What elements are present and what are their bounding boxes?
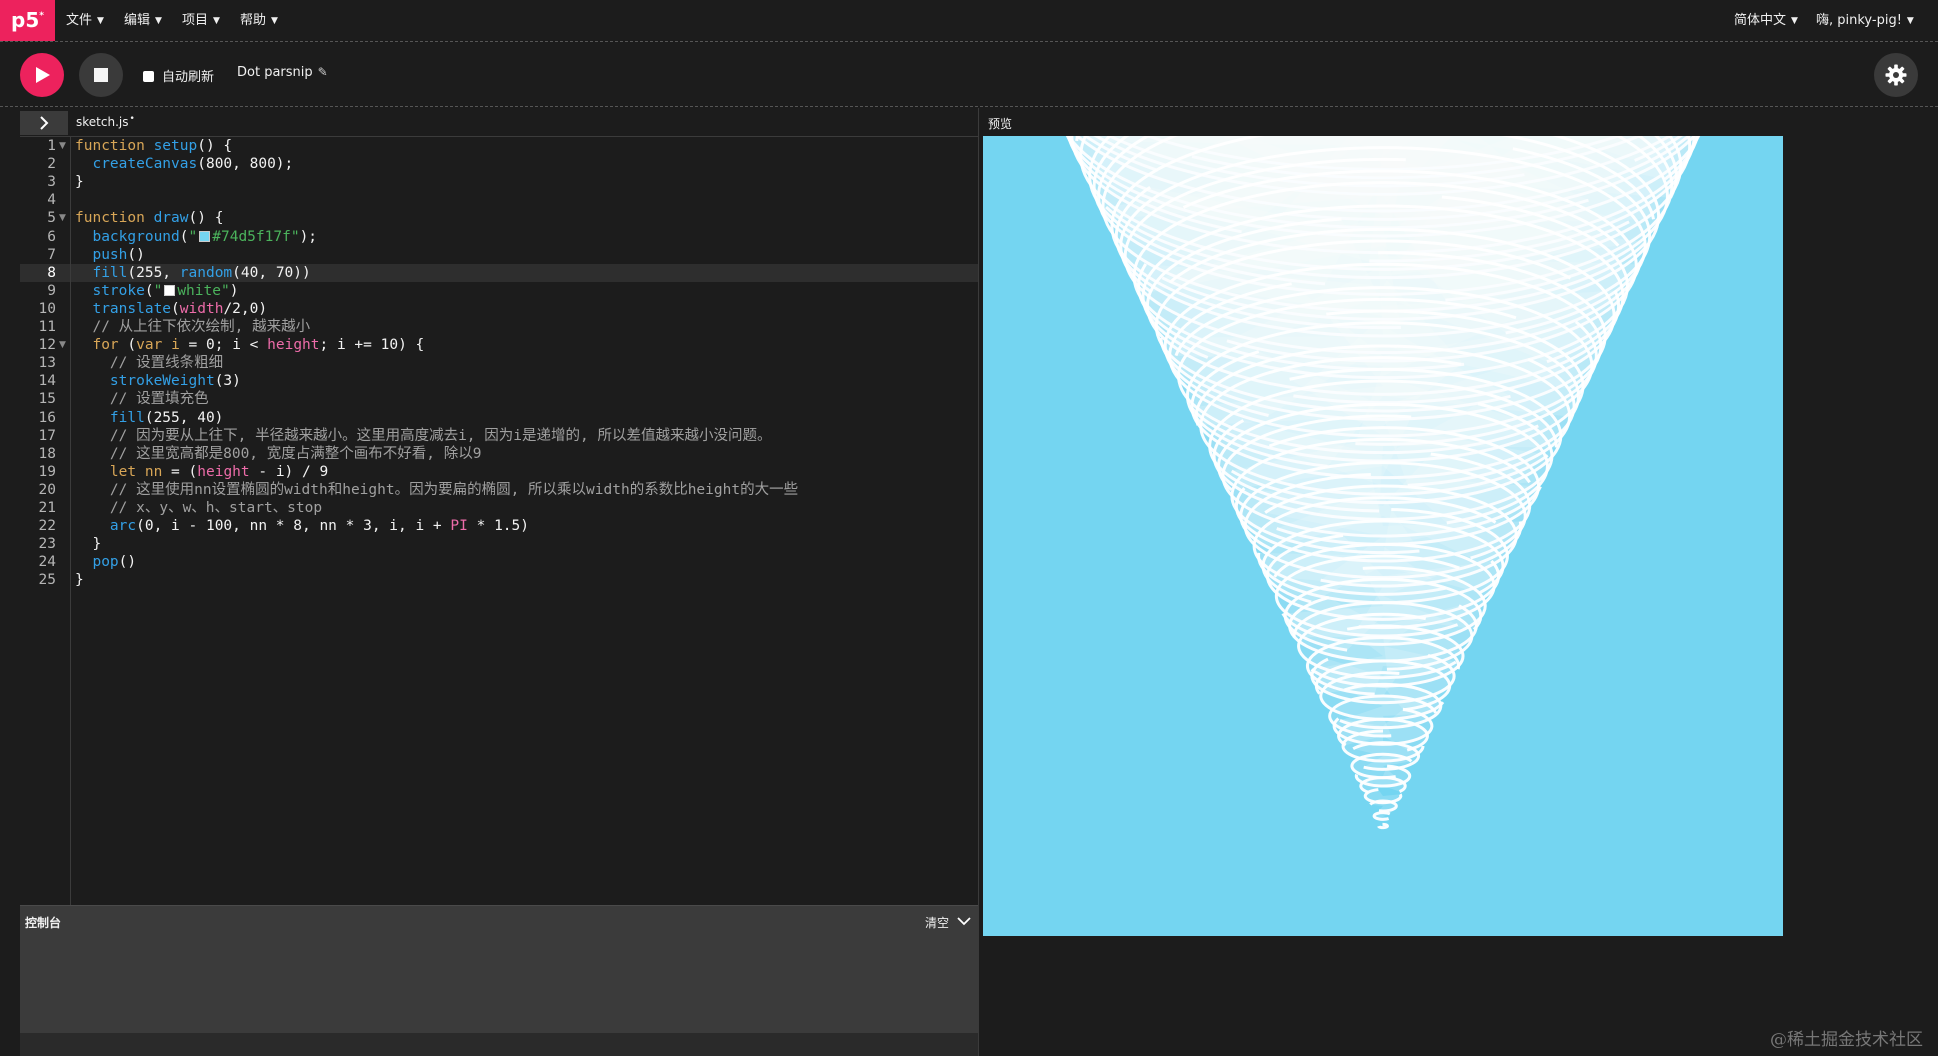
line-number: 6 — [47, 228, 56, 245]
code-line[interactable]: for (var i = 0; i < height; i += 10) { — [75, 336, 424, 354]
menu-help[interactable]: 帮助 ▼ — [240, 0, 278, 41]
caret-down-icon: ▼ — [271, 16, 278, 26]
code-line[interactable]: // 这里使用nn设置椭圆的width和height。因为要扁的椭圆, 所以乘以… — [75, 481, 798, 499]
code-line[interactable]: // 设置填充色 — [75, 390, 209, 408]
line-number: 24 — [38, 554, 56, 571]
code-line[interactable]: // 设置线条粗细 — [75, 354, 223, 372]
line-number: 25 — [38, 572, 56, 589]
chevron-right-icon — [40, 116, 49, 130]
code-line[interactable]: // 因为要从上往下, 半径越来越小。这里用高度减去i, 因为i是递增的, 所以… — [75, 427, 772, 445]
code-line[interactable]: fill(255, random(40, 70)) — [75, 264, 310, 282]
play-button[interactable] — [20, 53, 64, 97]
code-line[interactable]: function setup() { — [75, 137, 232, 155]
line-number: 12 — [38, 337, 56, 354]
line-number: 3 — [47, 174, 56, 191]
console-header: 控制台 清空 — [20, 905, 978, 936]
watermark: @稀土掘金技术社区 — [1770, 1030, 1923, 1050]
code-line[interactable]: } — [75, 173, 84, 191]
sketch-preview-canvas[interactable] — [983, 136, 1783, 936]
line-number: 9 — [47, 282, 56, 299]
code-line[interactable]: arc(0, i - 100, nn * 8, nn * 3, i, i + P… — [75, 517, 529, 535]
line-number: 21 — [38, 500, 56, 516]
caret-down-icon: ▼ — [213, 16, 220, 26]
line-number: 10 — [38, 300, 56, 317]
file-tab-sketch[interactable]: sketch.js• — [76, 114, 135, 129]
console-output[interactable] — [20, 935, 978, 1033]
menu-file[interactable]: 文件 ▼ — [66, 0, 104, 41]
unsaved-indicator: • — [129, 114, 135, 124]
code-line[interactable]: function draw() { — [75, 209, 223, 227]
line-number: 8 — [47, 264, 56, 281]
p5-logo[interactable]: p5* — [0, 0, 55, 41]
menu-edit[interactable]: 编辑 ▼ — [124, 0, 162, 41]
line-number: 11 — [38, 319, 56, 335]
console-title: 控制台 — [25, 916, 62, 930]
play-icon — [36, 67, 50, 83]
line-number: 20 — [38, 481, 56, 498]
code-line[interactable]: // 这里宽高都是800, 宽度占满整个画布不好看, 除以9 — [75, 445, 482, 463]
code-line[interactable]: push() — [75, 246, 144, 264]
line-number: 14 — [38, 373, 56, 390]
line-number: 5 — [47, 210, 56, 227]
code-editor[interactable]: function setup() { createCanvas(800, 800… — [71, 137, 978, 905]
code-line[interactable]: strokeWeight(3) — [75, 372, 241, 390]
code-line[interactable]: } — [75, 571, 84, 589]
line-number: 4 — [47, 192, 56, 209]
console-clear-button[interactable]: 清空 — [925, 914, 949, 931]
line-number: 19 — [38, 463, 56, 480]
line-number: 15 — [38, 391, 56, 408]
line-number: 1 — [47, 138, 56, 154]
line-number: 2 — [47, 156, 56, 173]
pencil-icon[interactable]: ✎ — [318, 65, 328, 79]
preview-label: 预览 — [988, 117, 1013, 131]
line-number: 13 — [38, 355, 56, 372]
language-selector[interactable]: 简体中文 ▼ — [1734, 0, 1798, 41]
line-number: 17 — [38, 427, 56, 444]
code-line[interactable]: let nn = (height - i) / 9 — [75, 463, 328, 481]
code-line[interactable]: fill(255, 40) — [75, 409, 224, 427]
console-input[interactable] — [20, 1033, 978, 1056]
stop-icon — [94, 68, 108, 82]
code-line[interactable]: } — [75, 535, 101, 553]
line-number: 18 — [38, 445, 56, 462]
fold-toggle-icon[interactable]: ▼ — [59, 209, 69, 227]
code-line[interactable]: background(" #74d5f17f"); — [75, 228, 317, 246]
code-line[interactable]: createCanvas(800, 800); — [75, 155, 293, 173]
line-number-gutter: 1 ▼ 2 3 4 5 ▼ 6 7 8 9 10 11 12 ▼ 13 14 15 16 17 18 19 20 21 22 23… — [20, 137, 71, 905]
autorefresh-checkbox[interactable] — [143, 71, 154, 82]
caret-down-icon: ▼ — [1906, 16, 1914, 26]
line-number: 23 — [38, 536, 56, 553]
line-number: 7 — [47, 246, 56, 263]
editor-header: sketch.js• — [20, 108, 978, 137]
code-line[interactable]: // 从上往下依次绘制, 越来越小 — [75, 318, 310, 336]
code-line[interactable]: pop() — [75, 553, 136, 571]
top-nav: p5* 文件 ▼ 编辑 ▼ 项目 ▼ 帮助 ▼ 简体中文 ▼ 嗨, pinky-pig! ▼ — [0, 0, 1938, 42]
line-number: 22 — [38, 518, 56, 535]
caret-down-icon: ▼ — [1791, 16, 1798, 26]
caret-down-icon: ▼ — [97, 16, 104, 26]
fold-toggle-icon[interactable]: ▼ — [59, 336, 69, 354]
chevron-down-icon[interactable] — [957, 915, 971, 927]
code-line[interactable]: // x、y、w、h、start、stop — [75, 499, 322, 517]
color-swatch-icon — [164, 284, 176, 296]
sketch-name[interactable]: Dot parsnip ✎ — [237, 65, 328, 80]
menu-project[interactable]: 项目 ▼ — [182, 0, 220, 41]
caret-down-icon: ▼ — [155, 16, 162, 26]
panel-divider[interactable] — [978, 108, 979, 1056]
code-line[interactable]: stroke(" white") — [75, 282, 238, 300]
color-swatch-icon — [199, 230, 211, 242]
sidebar-toggle-button[interactable] — [20, 111, 68, 135]
autorefresh-toggle[interactable]: 自动刷新 — [143, 66, 214, 85]
fold-toggle-icon[interactable]: ▼ — [59, 137, 69, 155]
stop-button[interactable] — [79, 53, 123, 97]
line-number: 16 — [38, 409, 56, 426]
toolbar: 自动刷新 Dot parsnip ✎ — [0, 42, 1938, 107]
gear-icon — [1885, 64, 1907, 86]
code-line[interactable]: translate(width/2,0) — [75, 300, 267, 318]
user-menu[interactable]: 嗨, pinky-pig! ▼ — [1816, 0, 1914, 41]
settings-button[interactable] — [1874, 53, 1918, 97]
sketch-output-drawing — [1065, 136, 1701, 830]
